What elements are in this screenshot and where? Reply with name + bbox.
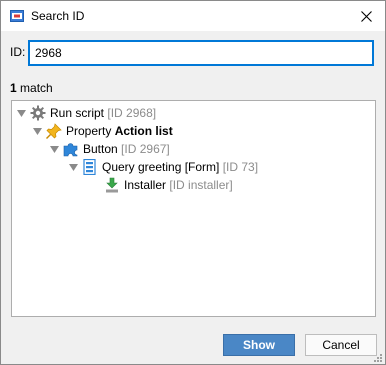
pin-icon bbox=[46, 123, 62, 139]
expand-toggle-icon[interactable] bbox=[32, 126, 42, 136]
form-icon bbox=[82, 159, 98, 175]
resize-grip-icon[interactable] bbox=[372, 351, 382, 362]
result-tree[interactable]: Run script [ID 2968] Property Action lis… bbox=[11, 100, 376, 317]
node-label: Run script bbox=[50, 106, 105, 120]
node-id: [ID 73] bbox=[222, 160, 259, 174]
tree-node-query-greeting[interactable]: Query greeting [Form] [ID 73] bbox=[68, 158, 258, 176]
title-bar: Search ID bbox=[1, 1, 385, 31]
gear-icon bbox=[30, 105, 46, 121]
puzzle-icon bbox=[63, 141, 79, 157]
node-id: [ID 2968] bbox=[107, 106, 157, 120]
tree-node-installer[interactable]: Installer [ID installer] bbox=[104, 176, 233, 194]
close-icon bbox=[360, 10, 372, 22]
download-icon bbox=[104, 177, 120, 193]
node-property-name: Action list bbox=[114, 124, 173, 138]
window-title: Search ID bbox=[31, 9, 85, 23]
id-label: ID: bbox=[10, 45, 26, 59]
expand-toggle-icon[interactable] bbox=[49, 144, 59, 154]
node-label: Query greeting [Form] bbox=[102, 160, 220, 174]
search-id-app-icon bbox=[10, 10, 24, 22]
tree-node-button[interactable]: Button [ID 2967] bbox=[49, 140, 170, 158]
node-id: [ID 2967] bbox=[121, 142, 170, 156]
node-id: [ID installer] bbox=[169, 178, 233, 192]
match-count-number: 1 bbox=[10, 81, 17, 95]
tree-node-run-script[interactable]: Run script [ID 2968] bbox=[16, 104, 156, 122]
node-label: Button bbox=[83, 142, 118, 156]
expand-toggle-icon[interactable] bbox=[16, 108, 26, 118]
cancel-button[interactable]: Cancel bbox=[305, 334, 377, 356]
id-input[interactable] bbox=[28, 40, 374, 66]
node-label: Property bbox=[66, 124, 112, 138]
tree-node-property[interactable]: Property Action list bbox=[32, 122, 173, 140]
match-count-suffix: match bbox=[16, 81, 53, 95]
match-count: 1 match bbox=[10, 81, 53, 95]
search-id-dialog: Search ID ID: 1 match bbox=[0, 0, 386, 365]
close-button[interactable] bbox=[353, 5, 379, 27]
show-button[interactable]: Show bbox=[223, 334, 295, 356]
expand-toggle-icon[interactable] bbox=[68, 162, 78, 172]
node-label: Installer bbox=[124, 178, 167, 192]
